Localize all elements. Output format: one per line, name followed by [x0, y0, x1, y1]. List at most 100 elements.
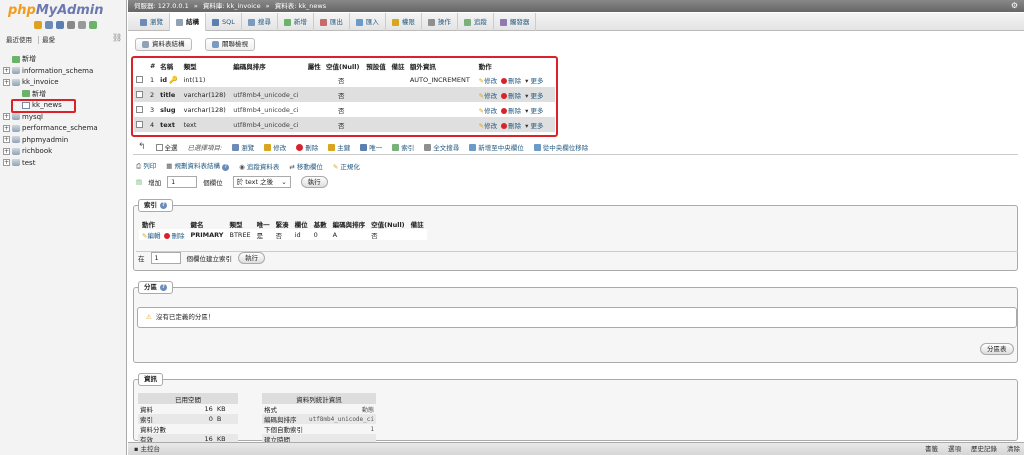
tree-node[interactable]: 新增 [3, 54, 127, 66]
tab-7[interactable]: 權限 [386, 13, 422, 31]
key-icon [328, 143, 336, 151]
bulk-edit[interactable]: 修改 [264, 142, 286, 152]
expand-icon[interactable]: + [3, 113, 10, 120]
bulk-browse[interactable]: 瀏覽 [232, 142, 254, 152]
help-icon[interactable]: ? [160, 202, 167, 209]
bulk-fulltext[interactable]: 全文搜尋 [424, 142, 459, 152]
subtab-relation[interactable]: 關聯檢視 [205, 38, 255, 51]
tab-2[interactable]: SQL [206, 13, 242, 31]
phpmyadmin-logo[interactable]: phpMyAdmin [8, 3, 104, 18]
docs-icon[interactable] [67, 21, 75, 29]
create-suffix: 個欄位建立索引 [186, 255, 233, 263]
tree-node-label: richbook [22, 147, 53, 155]
expand-icon[interactable]: + [3, 136, 10, 143]
help-icon[interactable]: ? [222, 164, 230, 171]
tab-label: 瀏覽 [150, 18, 163, 26]
recent-tab[interactable]: 最近使用 [6, 36, 32, 44]
index-header: 備註 [410, 221, 424, 229]
space-unit: B [214, 414, 238, 424]
tree-node[interactable]: + richbook [3, 146, 127, 158]
tree-node[interactable]: + performance_schema [3, 123, 127, 135]
favorites-tab[interactable]: 最愛 [38, 36, 56, 44]
new-icon [22, 90, 30, 97]
tab-1[interactable]: 結構 [170, 13, 206, 31]
partition-table-button[interactable]: 分區表 [980, 343, 1014, 355]
recent-favorites: 最近使用 最愛 [6, 34, 56, 44]
space-key: 資料分數 [140, 426, 166, 434]
tab-label: SQL [222, 18, 235, 26]
index-count-input[interactable]: 1 [150, 252, 181, 264]
console-link[interactable]: 選項 [948, 443, 961, 455]
breadcrumb-table[interactable]: 資料表: kk_news [275, 2, 326, 10]
expand-icon[interactable]: + [3, 159, 10, 166]
check-all-checkbox[interactable] [155, 143, 163, 151]
move-link[interactable]: ⇄ 移動欄位 [289, 161, 323, 171]
tools-row: ⎙ 列印 ▦ 規劃資料表結構 ? ◉ 追蹤資料表 ⇄ 移動欄位 ✎ 正規化 [136, 160, 360, 171]
bulk-add-central[interactable]: 新增至中央欄位 [469, 142, 524, 152]
tab-icon [319, 18, 327, 26]
console-link[interactable]: 清除 [1007, 443, 1020, 455]
subtab-structure[interactable]: 資料表結構 [135, 38, 192, 51]
index-edit-link[interactable]: ✎編輯 [142, 232, 160, 240]
tree-node[interactable]: + phpmyadmin [3, 135, 127, 147]
expand-icon[interactable]: + [3, 78, 10, 86]
tree-node[interactable]: + mysql [3, 112, 127, 124]
console-links: 書籤 選項 歷史記錄 清除 [925, 443, 1020, 455]
bulk-primary[interactable]: 主鍵 [328, 142, 350, 152]
reload-icon[interactable] [89, 21, 97, 29]
tab-icon [355, 18, 363, 26]
index-header: 編碼與排序 [332, 221, 366, 229]
tree-node-label: 新增 [22, 55, 36, 63]
index-delete-link[interactable]: 刪除 [164, 232, 184, 240]
add-position-select[interactable]: 於 text 之後 ⌄ [232, 176, 291, 188]
unique-icon [360, 143, 368, 151]
help-icon[interactable]: ? [160, 284, 167, 291]
add-go-button[interactable]: 執行 [300, 176, 328, 188]
bulk-delete[interactable]: 刪除 [296, 142, 318, 152]
tab-4[interactable]: 新增 [278, 13, 314, 31]
tab-3[interactable]: 搜尋 [242, 13, 278, 31]
tab-6[interactable]: 匯入 [350, 13, 386, 31]
add-count-input[interactable]: 1 [167, 176, 198, 188]
stats-value: 動態 [361, 406, 374, 414]
tab-9[interactable]: 追蹤 [458, 13, 494, 31]
index-go-button[interactable]: 執行 [238, 252, 265, 264]
index-column: id [291, 229, 311, 240]
propose-link[interactable]: ▦ 規劃資料表結構 ? [166, 160, 230, 171]
console-toggle[interactable]: ▪ 主控台 [134, 443, 160, 455]
home-icon[interactable] [34, 21, 42, 29]
logout-icon[interactable] [45, 21, 53, 29]
normalize-link[interactable]: ✎ 正規化 [333, 161, 360, 171]
tree-node[interactable]: + test [3, 158, 127, 170]
expand-icon[interactable]: + [3, 147, 10, 155]
add-unit-label: 個欄位 [203, 179, 223, 187]
tree-node[interactable]: + kk_invoice [3, 77, 127, 89]
chevron-down-icon: ⌄ [281, 178, 287, 186]
breadcrumb-database[interactable]: 資料庫: kk_invoice [203, 2, 261, 10]
print-link[interactable]: ⎙ 列印 [136, 160, 156, 171]
tab-8[interactable]: 操作 [422, 13, 458, 31]
track-link[interactable]: ◉ 追蹤資料表 [239, 161, 279, 171]
add-column-row: ▤ 增加 1 個欄位 於 text 之後 ⌄ 執行 [136, 176, 328, 188]
space-row: 資料分數 [138, 424, 238, 434]
bulk-unique[interactable]: 唯一 [360, 142, 382, 152]
move-icon: ⇄ [289, 162, 295, 171]
expand-icon[interactable]: + [3, 124, 10, 132]
settings-icon[interactable] [78, 21, 86, 29]
expand-icon[interactable]: + [3, 67, 10, 74]
tab-icon [499, 18, 507, 26]
tab-5[interactable]: 匯出 [314, 13, 350, 31]
gear-icon[interactable]: ⚙ [1011, 1, 1018, 10]
bulk-remove-central[interactable]: 從中央欄位移除 [533, 142, 588, 152]
check-all-label[interactable]: 全選 [165, 142, 178, 152]
tab-10[interactable]: 觸發器 [494, 13, 537, 31]
console-link[interactable]: 書籤 [925, 443, 938, 455]
bulk-index[interactable]: 索引 [392, 142, 414, 152]
space-row: 資料 16 KB [138, 404, 238, 414]
link-chain-icon[interactable]: ⛓ [112, 33, 122, 42]
tab-0[interactable]: 瀏覽 [134, 13, 170, 31]
tree-node[interactable]: + information_schema [3, 66, 127, 78]
breadcrumb-server[interactable]: 伺服器: 127.0.0.1 [134, 2, 189, 10]
help-icon[interactable] [56, 21, 64, 29]
console-link[interactable]: 歷史記錄 [971, 443, 997, 455]
